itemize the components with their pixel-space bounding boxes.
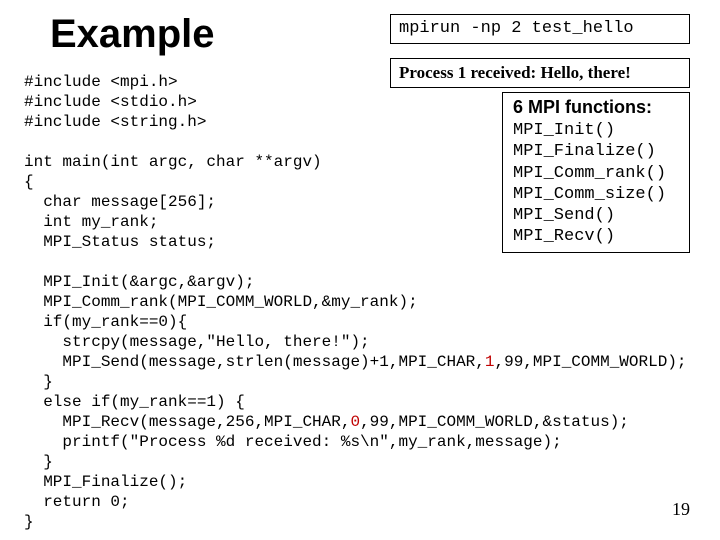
code-highlight-recv-rank: 0 [350,413,360,431]
code-line: { [24,173,34,191]
code-block: #include <mpi.h> #include <stdio.h> #inc… [24,72,687,532]
code-line: ,99,MPI_COMM_WORLD,&status); [360,413,629,431]
slide-title: Example [50,12,215,57]
code-line: MPI_Comm_rank(MPI_COMM_WORLD,&my_rank); [24,293,418,311]
code-line: } [24,453,53,471]
code-line: } [24,373,53,391]
code-line: #include <mpi.h> [24,73,178,91]
code-line: #include <stdio.h> [24,93,197,111]
code-line: MPI_Init(&argc,&argv); [24,273,254,291]
code-line: MPI_Recv(message,256,MPI_CHAR, [24,413,350,431]
code-line: MPI_Send(message,strlen(message)+1,MPI_C… [24,353,485,371]
code-line: if(my_rank==0){ [24,313,187,331]
code-line: else if(my_rank==1) { [24,393,245,411]
command-box: mpirun -np 2 test_hello [390,14,690,44]
page-number: 19 [672,499,690,520]
code-line: } [24,513,34,531]
code-line: int main(int argc, char **argv) [24,153,322,171]
code-line: int my_rank; [24,213,158,231]
code-line: printf("Process %d received: %s\n",my_ra… [24,433,562,451]
code-line: #include <string.h> [24,113,206,131]
code-line: strcpy(message,"Hello, there!"); [24,333,370,351]
code-line: MPI_Status status; [24,233,216,251]
command-text: mpirun -np 2 test_hello [399,19,634,38]
code-line: char message[256]; [24,193,216,211]
code-line: return 0; [24,493,130,511]
code-line: MPI_Finalize(); [24,473,187,491]
slide: Example mpirun -np 2 test_hello Process … [0,0,720,540]
code-line: ,99,MPI_COMM_WORLD); [494,353,686,371]
